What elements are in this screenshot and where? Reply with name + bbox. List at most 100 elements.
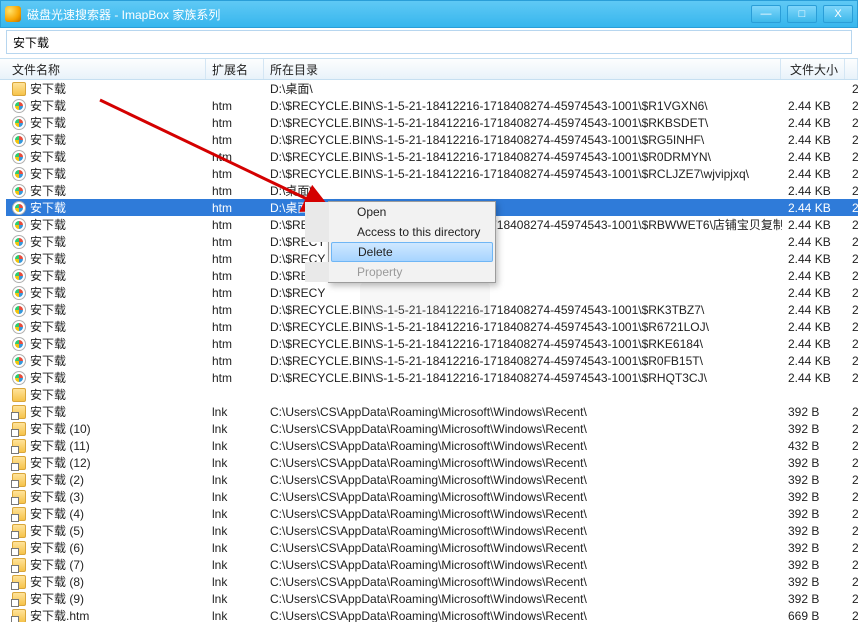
table-row[interactable]: 安下载htmD:\$RECYCLE.BIN\S-1-5-21-18412216-… — [6, 352, 858, 369]
html-icon — [12, 337, 26, 351]
close-button[interactable]: X — [823, 5, 853, 23]
file-ext: lnk — [206, 490, 264, 504]
html-icon — [12, 184, 26, 198]
file-dir: D:\$RECYCLE.BIN\S-1-5-21-18412216-171840… — [264, 150, 782, 164]
table-row[interactable]: 安下载lnkC:\Users\CS\AppData\Roaming\Micros… — [6, 403, 858, 420]
file-ext: lnk — [206, 405, 264, 419]
table-row[interactable]: 安下载D:\桌面\2 — [6, 80, 858, 97]
file-name: 安下载 (4) — [30, 505, 84, 522]
table-row[interactable]: 安下载 — [6, 386, 858, 403]
html-icon — [12, 150, 26, 164]
shortcut-icon — [12, 507, 26, 521]
shortcut-icon — [12, 592, 26, 606]
context-property[interactable]: Property — [305, 262, 495, 282]
file-size: 2.44 KB — [782, 99, 846, 113]
file-name: 安下载 (7) — [30, 556, 84, 573]
table-row[interactable]: 安下载htmD:\$RECY2.44 KB2 — [6, 284, 858, 301]
file-size: 392 B — [782, 422, 846, 436]
file-last: 2 — [846, 507, 858, 521]
file-name: 安下载 — [30, 403, 66, 420]
file-last: 2 — [846, 116, 858, 130]
column-header-dir[interactable]: 所在目录 — [264, 59, 781, 79]
file-size: 2.44 KB — [782, 167, 846, 181]
table-row[interactable]: 安下载htmD:\桌面\2.44 KB2 — [6, 182, 858, 199]
table-row[interactable]: 安下载 (8)lnkC:\Users\CS\AppData\Roaming\Mi… — [6, 573, 858, 590]
minimize-button[interactable]: — — [751, 5, 781, 23]
file-name: 安下载 — [30, 386, 66, 403]
file-size: 2.44 KB — [782, 235, 846, 249]
file-last: 2 — [846, 218, 858, 232]
file-size: 669 B — [782, 609, 846, 622]
file-ext: htm — [206, 218, 264, 232]
table-row[interactable]: 安下载htmD:\$RECYCLE.BIN\S-1-5-21-18412216-… — [6, 301, 858, 318]
file-name: 安下载 — [30, 335, 66, 352]
column-header-name[interactable]: 文件名称 — [6, 59, 206, 79]
file-ext: htm — [206, 337, 264, 351]
file-name: 安下载 — [30, 267, 66, 284]
file-dir: C:\Users\CS\AppData\Roaming\Microsoft\Wi… — [264, 507, 782, 521]
folder-icon — [12, 388, 26, 402]
file-name: 安下载 (9) — [30, 590, 84, 607]
table-row[interactable]: 安下载htmD:\$RECYCLE.BIN\S-1-5-21-18412216-… — [6, 165, 858, 182]
file-last: 2 — [846, 184, 858, 198]
maximize-button[interactable]: □ — [787, 5, 817, 23]
search-input[interactable] — [11, 34, 847, 50]
file-name: 安下载 (11) — [30, 437, 90, 454]
file-dir: C:\Users\CS\AppData\Roaming\Microsoft\Wi… — [264, 592, 782, 606]
table-row[interactable]: 安下载 (10)lnkC:\Users\CS\AppData\Roaming\M… — [6, 420, 858, 437]
context-access[interactable]: Access to this directory — [305, 222, 495, 242]
file-ext: htm — [206, 167, 264, 181]
file-ext: lnk — [206, 439, 264, 453]
table-row[interactable]: 安下载htmD:\$RECYCLE.BIN\S-1-5-21-18412216-… — [6, 335, 858, 352]
file-last: 2 — [846, 269, 858, 283]
table-row[interactable]: 安下载 (11)lnkC:\Users\CS\AppData\Roaming\M… — [6, 437, 858, 454]
file-last: 2 — [846, 354, 858, 368]
file-dir: D:\桌面\ — [264, 182, 782, 199]
file-name: 安下载 — [30, 301, 66, 318]
file-ext: lnk — [206, 575, 264, 589]
table-row[interactable]: 安下载 (4)lnkC:\Users\CS\AppData\Roaming\Mi… — [6, 505, 858, 522]
table-row[interactable]: 安下载 (5)lnkC:\Users\CS\AppData\Roaming\Mi… — [6, 522, 858, 539]
file-size: 432 B — [782, 439, 846, 453]
file-dir: C:\Users\CS\AppData\Roaming\Microsoft\Wi… — [264, 558, 782, 572]
file-name: 安下载 — [30, 182, 66, 199]
folder-icon — [12, 82, 26, 96]
file-last: 2 — [846, 150, 858, 164]
file-size: 392 B — [782, 558, 846, 572]
table-row[interactable]: 安下载 (12)lnkC:\Users\CS\AppData\Roaming\M… — [6, 454, 858, 471]
file-size: 392 B — [782, 473, 846, 487]
file-last: 2 — [846, 405, 858, 419]
table-row[interactable]: 安下载 (7)lnkC:\Users\CS\AppData\Roaming\Mi… — [6, 556, 858, 573]
table-row[interactable]: 安下载 (9)lnkC:\Users\CS\AppData\Roaming\Mi… — [6, 590, 858, 607]
file-size: 392 B — [782, 456, 846, 470]
table-row[interactable]: 安下载 (3)lnkC:\Users\CS\AppData\Roaming\Mi… — [6, 488, 858, 505]
file-size: 2.44 KB — [782, 303, 846, 317]
table-row[interactable]: 安下载htmD:\$RECYCLE.BIN\S-1-5-21-18412216-… — [6, 148, 858, 165]
table-row[interactable]: 安下载htmD:\$RECYCLE.BIN\S-1-5-21-18412216-… — [6, 114, 858, 131]
table-row[interactable]: 安下载htmD:\$RECYCLE.BIN\S-1-5-21-18412216-… — [6, 369, 858, 386]
table-row[interactable]: 安下载htmD:\$RECYCLE.BIN\S-1-5-21-18412216-… — [6, 318, 858, 335]
table-row[interactable]: 安下载htmD:\$RECYCLE.BIN\S-1-5-21-18412216-… — [6, 131, 858, 148]
table-row[interactable]: 安下载.htmlnkC:\Users\CS\AppData\Roaming\Mi… — [6, 607, 858, 622]
context-delete[interactable]: Delete — [331, 242, 493, 262]
file-ext: lnk — [206, 473, 264, 487]
window-buttons: — □ X — [751, 5, 853, 23]
file-name: 安下载 — [30, 250, 66, 267]
file-size: 2.44 KB — [782, 218, 846, 232]
file-ext: lnk — [206, 422, 264, 436]
table-row[interactable]: 安下载 (2)lnkC:\Users\CS\AppData\Roaming\Mi… — [6, 471, 858, 488]
file-last: 2 — [846, 82, 858, 96]
column-header-ext[interactable]: 扩展名 — [206, 59, 264, 79]
table-row[interactable]: 安下载 (6)lnkC:\Users\CS\AppData\Roaming\Mi… — [6, 539, 858, 556]
shortcut-icon — [12, 473, 26, 487]
context-open[interactable]: Open — [305, 202, 495, 222]
file-dir: D:\$RECYCLE.BIN\S-1-5-21-18412216-171840… — [264, 133, 782, 147]
html-icon — [12, 235, 26, 249]
shortcut-icon — [12, 575, 26, 589]
column-header-last[interactable] — [845, 59, 858, 79]
column-header-size[interactable]: 文件大小 — [781, 59, 845, 79]
shortcut-icon — [12, 439, 26, 453]
table-row[interactable]: 安下载htmD:\$RECYCLE.BIN\S-1-5-21-18412216-… — [6, 97, 858, 114]
file-last: 2 — [846, 609, 858, 622]
file-dir: C:\Users\CS\AppData\Roaming\Microsoft\Wi… — [264, 422, 782, 436]
